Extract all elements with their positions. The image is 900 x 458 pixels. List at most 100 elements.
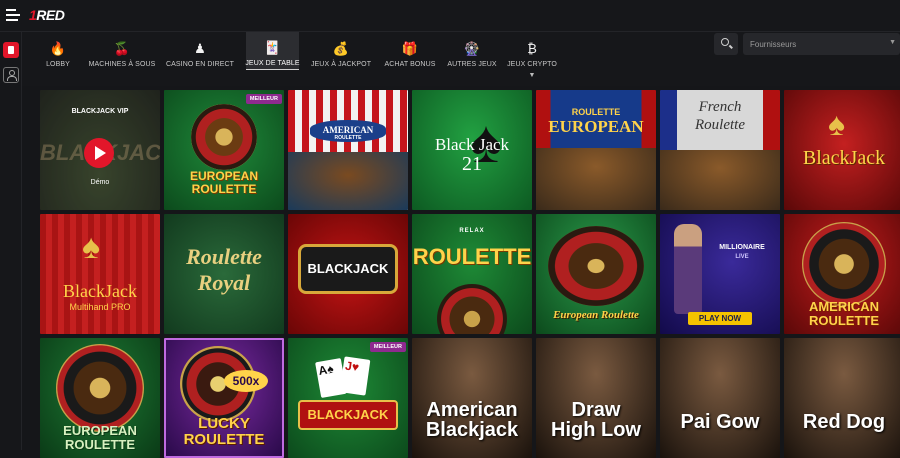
best-badge: MEILLEUR: [369, 342, 406, 352]
game-subtitle: Roulette: [695, 117, 745, 133]
game-title: American: [426, 399, 518, 421]
game-title: BlackJack: [63, 281, 137, 301]
game-title: BlackJack: [802, 147, 886, 169]
game-tile[interactable]: BLACKJACK VIP BLACKJACK Démo: [40, 90, 160, 210]
game-tile[interactable]: MILLIONAIRE LIVE PLAY NOW: [660, 214, 780, 334]
game-subtitle: Multihand PRO: [69, 302, 131, 312]
game-title: Roulette: [186, 244, 262, 269]
game-title: AMERICAN: [322, 125, 374, 135]
game-subtitle: ROULETTE: [183, 431, 265, 448]
tab-other-games[interactable]: 🎡 AUTRES JEUX: [447, 32, 497, 70]
game-subtitle: LIVE: [735, 254, 749, 260]
game-title: European Roulette: [553, 309, 639, 321]
game-tile[interactable]: EUROPEAN ROULETTE: [40, 338, 160, 458]
game-title: EUROPEAN: [63, 423, 137, 438]
game-subtitle: ROULETTE: [191, 182, 257, 196]
game-tile[interactable]: Red Dog: [784, 338, 900, 458]
spade-icon: ♠: [82, 228, 101, 266]
tab-table-games[interactable]: 🃏 JEUX DE TABLE: [245, 32, 300, 70]
demo-link[interactable]: Démo: [40, 179, 160, 186]
game-title: ROULETTE: [571, 107, 621, 117]
gift-icon: 🎁: [401, 41, 419, 56]
tab-lobby[interactable]: 🔥 LOBBY: [44, 32, 72, 70]
game-tile[interactable]: 500x LUCKY ROULETTE: [164, 338, 284, 458]
game-tile[interactable]: European Roulette: [536, 214, 656, 334]
flame-icon: 🔥: [49, 41, 67, 56]
game-subtitle: 21: [462, 153, 482, 175]
menu-icon[interactable]: [6, 9, 20, 21]
providers-placeholder: Fournisseurs: [750, 40, 797, 49]
game-tile[interactable]: French Roulette: [660, 90, 780, 210]
tab-label: JEUX CRYPTO: [507, 61, 557, 68]
tab-label: LOBBY: [46, 61, 70, 68]
game-subtitle: RELAX: [459, 228, 485, 234]
tab-jackpot[interactable]: 💰 JEUX À JACKPOT: [310, 32, 372, 70]
game-title: BLACKJACK: [307, 407, 389, 422]
tab-label: CASINO EN DIRECT: [165, 61, 235, 68]
roulette-wheel-image: [191, 104, 257, 170]
cards-icon: 🃏: [264, 40, 281, 55]
game-tile[interactable]: ROULETTE EUROPEAN: [536, 90, 656, 210]
game-tile[interactable]: AMERICAN ROULETTE: [288, 90, 408, 210]
game-subtitle: ROULETTE: [64, 437, 136, 452]
roulette-wheel-image: [802, 222, 886, 306]
providers-select[interactable]: Fournisseurs ▼: [743, 33, 900, 55]
chevron-down-icon[interactable]: ▼: [529, 72, 536, 79]
chevron-down-icon: ▼: [889, 39, 896, 46]
tab-label: ACHAT BONUS: [384, 61, 436, 68]
game-subtitle: ROULETTE: [334, 135, 362, 141]
game-title: EUROPEAN: [189, 169, 258, 183]
tab-slots[interactable]: 🍒 MACHINES À SOUS: [88, 32, 156, 70]
game-tile[interactable]: Roulette Royal: [164, 214, 284, 334]
game-title: Pai Gow: [680, 411, 760, 433]
best-badge: MEILLEUR: [245, 94, 282, 104]
roulette-wheel-image: [56, 344, 144, 432]
game-subtitle: High Low: [551, 419, 641, 441]
game-tile[interactable]: Pai Gow: [660, 338, 780, 458]
search-button[interactable]: [714, 33, 738, 55]
game-tile[interactable]: ♠ BlackJack Multihand PRO: [40, 214, 160, 334]
tab-label: JEUX DE TABLE: [245, 60, 300, 67]
top-bar: 1RED: [0, 0, 900, 32]
game-tile[interactable]: Draw High Low: [536, 338, 656, 458]
game-tile[interactable]: ♠ BlackJack: [784, 90, 900, 210]
bitcoin-icon: ₿: [527, 41, 537, 56]
roulette-wheel-image: [548, 226, 644, 306]
tab-bonus-buy[interactable]: 🎁 ACHAT BONUS: [384, 32, 436, 70]
game-tile[interactable]: BLACKJACK: [288, 214, 408, 334]
game-title: Draw: [571, 399, 621, 421]
dealer-icon: ♟: [194, 41, 206, 56]
tab-live-casino[interactable]: ♟ CASINO EN DIRECT: [165, 32, 235, 70]
casino-icon[interactable]: [3, 42, 19, 58]
game-title: BLACKJACK: [307, 261, 389, 276]
game-title: ROULETTE: [412, 244, 532, 269]
play-icon[interactable]: [84, 138, 114, 168]
profile-icon[interactable]: [3, 67, 19, 83]
game-tile[interactable]: American Blackjack: [412, 338, 532, 458]
tab-label: AUTRES JEUX: [447, 61, 497, 68]
game-tile[interactable]: ♠ Black Jack 21: [412, 90, 532, 210]
game-title: Black Jack: [434, 135, 510, 154]
category-bar: 🔥 LOBBY 🍒 MACHINES À SOUS ♟ CASINO EN DI…: [22, 32, 900, 86]
game-tile[interactable]: MEILLEUR EUROPEAN ROULETTE: [164, 90, 284, 210]
game-grid: BLACKJACK VIP BLACKJACK Démo MEILLEUR EU…: [40, 90, 900, 458]
card-image: J♥: [339, 356, 371, 396]
logo[interactable]: 1RED: [29, 7, 65, 23]
game-title: AMERICAN: [808, 299, 880, 314]
multiplier-badge: 500x: [224, 370, 268, 392]
play-now-button[interactable]: PLAY NOW: [688, 312, 752, 325]
game-subtitle: Royal: [197, 270, 251, 295]
dealer-image: [674, 224, 702, 314]
tab-crypto-games[interactable]: ₿ JEUX CRYPTO ▼: [507, 32, 557, 79]
game-tile[interactable]: MEILLEUR A♠ J♥ BLACKJACK: [288, 338, 408, 458]
tab-label: JEUX À JACKPOT: [310, 61, 372, 68]
game-subtitle: ROULETTE: [808, 313, 880, 328]
game-tile[interactable]: AMERICAN ROULETTE: [784, 214, 900, 334]
game-title: Red Dog: [802, 411, 886, 433]
tab-label: MACHINES À SOUS: [88, 61, 156, 68]
money-bag-icon: 💰: [332, 41, 350, 56]
game-tile[interactable]: RELAX ROULETTE: [412, 214, 532, 334]
cherry-icon: 🍒: [113, 41, 131, 56]
wheel-icon: 🎡: [463, 41, 481, 56]
game-subtitle: EUROPEAN: [548, 117, 644, 136]
